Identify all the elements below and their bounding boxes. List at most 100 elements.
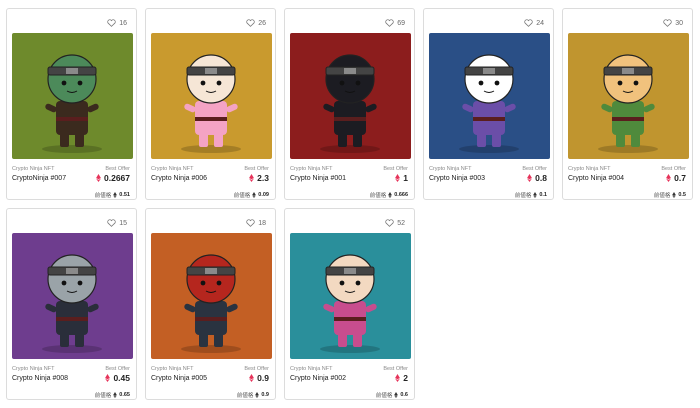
nft-name[interactable]: Crypto Ninja #002 (290, 375, 346, 382)
best-offer-price: 0.9 (249, 373, 269, 383)
ninja-illustration (290, 233, 411, 359)
heart-icon (524, 19, 533, 27)
like-button[interactable]: 15 (107, 219, 127, 227)
nft-card[interactable]: 69 Crypto Ninja NFT Crypto Ninja #001 Be… (284, 8, 415, 200)
nft-image[interactable] (568, 33, 689, 159)
nft-image[interactable] (429, 33, 550, 159)
nft-image[interactable] (290, 233, 411, 359)
heart-icon (107, 19, 116, 27)
collection-name[interactable]: Crypto Ninja NFT (290, 166, 332, 172)
ethereum-icon (395, 174, 401, 182)
like-button[interactable]: 24 (524, 19, 544, 27)
price-value: 2.3 (257, 173, 269, 183)
ninja-illustration (568, 33, 689, 159)
ninja-illustration (429, 33, 550, 159)
nft-card[interactable]: 52 Crypto Ninja NFT Crypto Ninja #002 Be… (284, 208, 415, 400)
nft-image[interactable] (151, 33, 272, 159)
previous-price: 前値格 0.09 (234, 191, 269, 199)
like-count: 15 (119, 219, 127, 227)
collection-name[interactable]: Crypto Ninja NFT (290, 366, 332, 372)
nft-card[interactable]: 30 Crypto Ninja NFT Crypto Ninja #004 Be… (562, 8, 693, 200)
price-value: 0.9 (257, 373, 269, 383)
ninja-illustration (12, 233, 133, 359)
best-offer-label: Best Offer (522, 166, 547, 172)
price-value: 0.8 (535, 173, 547, 183)
previous-price-value: 0.1 (539, 192, 547, 198)
previous-price: 前値格 0.51 (95, 191, 130, 199)
nft-name[interactable]: Crypto Ninja #004 (568, 175, 624, 182)
collection-name[interactable]: Crypto Ninja NFT (568, 166, 610, 172)
ethereum-icon (96, 174, 101, 182)
heart-icon (107, 219, 116, 227)
like-button[interactable]: 69 (385, 19, 405, 27)
nft-image[interactable] (12, 33, 133, 159)
nft-name[interactable]: CryptoNinja #007 (12, 175, 66, 182)
ethereum-icon (105, 374, 111, 382)
like-count: 52 (397, 219, 405, 227)
nft-card[interactable]: 24 Crypto Ninja NFT Crypto Ninja #003 Be… (423, 8, 554, 200)
best-offer-label: Best Offer (244, 166, 269, 172)
nft-image[interactable] (151, 233, 272, 359)
best-offer-price: 1 (395, 173, 408, 183)
heart-icon (385, 19, 394, 27)
previous-price-label: 前値格 (653, 193, 671, 199)
best-offer-label: Best Offer (661, 166, 686, 172)
best-offer-label: Best Offer (383, 366, 408, 372)
previous-price: 前値格 0.1 (515, 191, 547, 199)
nft-name[interactable]: Crypto Ninja #003 (429, 175, 485, 182)
ethereum-icon (113, 192, 118, 198)
previous-price-label: 前値格 (94, 393, 112, 399)
nft-name[interactable]: Crypto Ninja #005 (151, 375, 207, 382)
nft-image[interactable] (290, 33, 411, 159)
price-value: 0.45 (113, 373, 130, 383)
price-value: 1 (403, 173, 408, 183)
ethereum-icon (249, 174, 255, 182)
nft-image[interactable] (12, 233, 133, 359)
nft-card[interactable]: 26 Crypto Ninja NFT Crypto Ninja #006 Be… (145, 8, 276, 200)
ninja-illustration (290, 33, 411, 159)
like-button[interactable]: 30 (663, 19, 683, 27)
ethereum-icon (249, 374, 255, 382)
previous-price-label: 前値格 (94, 193, 112, 199)
best-offer-label: Best Offer (383, 166, 408, 172)
like-button[interactable]: 18 (246, 219, 266, 227)
best-offer-price: 2 (395, 373, 408, 383)
ninja-illustration (151, 33, 272, 159)
previous-price-value: 0.09 (258, 192, 269, 198)
collection-name[interactable]: Crypto Ninja NFT (151, 366, 193, 372)
previous-price: 前値格 0.9 (237, 391, 269, 399)
like-count: 26 (258, 19, 266, 27)
nft-name[interactable]: Crypto Ninja #008 (12, 375, 68, 382)
like-button[interactable]: 16 (107, 19, 127, 27)
nft-card[interactable]: 15 Crypto Ninja NFT Crypto Ninja #008 Be… (6, 208, 137, 400)
price-value: 0.2667 (104, 173, 130, 183)
best-offer-label: Best Offer (105, 166, 130, 172)
collection-name[interactable]: Crypto Ninja NFT (429, 166, 471, 172)
like-button[interactable]: 26 (246, 19, 266, 27)
collection-name[interactable]: Crypto Ninja NFT (12, 366, 54, 372)
best-offer-price: 0.8 (527, 173, 547, 183)
collection-name[interactable]: Crypto Ninja NFT (12, 166, 54, 172)
previous-price-value: 0.51 (119, 192, 130, 198)
best-offer-price: 0.7 (666, 173, 686, 183)
ethereum-icon (255, 392, 260, 398)
nft-name[interactable]: Crypto Ninja #006 (151, 175, 207, 182)
previous-price-value: 0.9 (261, 392, 269, 398)
nft-name[interactable]: Crypto Ninja #001 (290, 175, 346, 182)
like-count: 24 (536, 19, 544, 27)
previous-price-value: 0.666 (394, 192, 408, 198)
previous-price-label: 前値格 (514, 193, 532, 199)
previous-price-label: 前値格 (375, 393, 393, 399)
nft-card[interactable]: 18 Crypto Ninja NFT Crypto Ninja #005 Be… (145, 208, 276, 400)
ethereum-icon (666, 174, 672, 182)
best-offer-price: 0.45 (105, 373, 130, 383)
heart-icon (663, 19, 672, 27)
ethereum-icon (113, 392, 118, 398)
collection-name[interactable]: Crypto Ninja NFT (151, 166, 193, 172)
like-button[interactable]: 52 (385, 219, 405, 227)
like-count: 18 (258, 219, 266, 227)
best-offer-price: 0.2667 (96, 173, 130, 183)
price-value: 0.7 (674, 173, 686, 183)
nft-card[interactable]: 16 Crypto Ninja NFT CryptoNinja #007 Bes… (6, 8, 137, 200)
previous-price-label: 前値格 (236, 393, 254, 399)
